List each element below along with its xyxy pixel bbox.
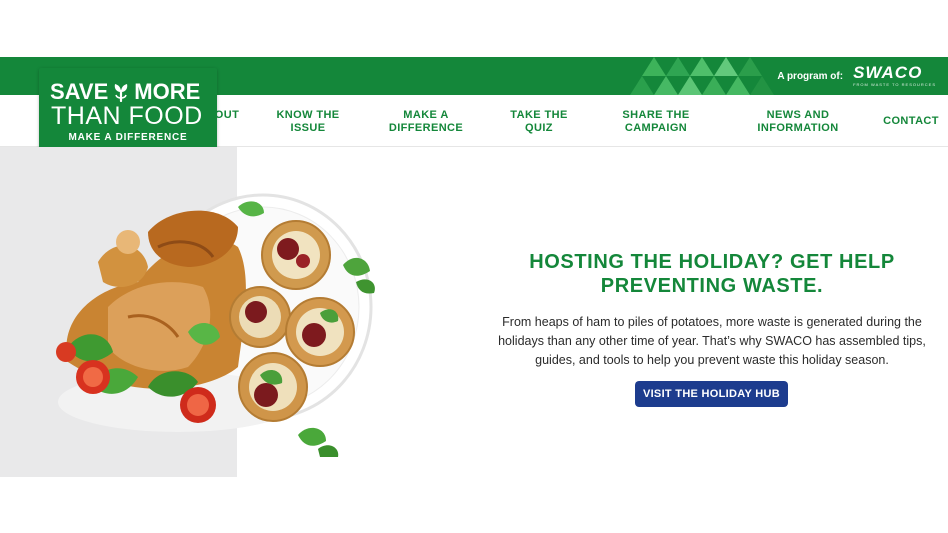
site-logo[interactable]: SAVE MORE THAN FOOD MAKE A DIFFERENCE <box>39 68 217 156</box>
swaco-wordmark: SWACO <box>853 63 923 82</box>
hero-headline: HOSTING THE HOLIDAY? GET HELP PREVENTING… <box>529 251 895 297</box>
nav-item-about[interactable]: OUT <box>215 109 239 122</box>
swaco-logo[interactable]: SWACO FROM WASTE TO RESOURCES <box>853 63 936 87</box>
nav-item-share-the-campaign[interactable]: SHARE THE CAMPAIGN <box>622 109 689 135</box>
logo-line2: THAN FOOD <box>51 102 203 130</box>
program-badge[interactable]: A program of: SWACO FROM WASTE TO RESOUR… <box>777 57 936 95</box>
nav-item-know-the-issue[interactable]: KNOW THE ISSUE <box>276 109 339 135</box>
hero-section <box>0 147 948 477</box>
hero-body: From heaps of ham to piles of potatoes, … <box>498 315 926 367</box>
logo-tagline: MAKE A DIFFERENCE <box>68 132 188 143</box>
sprout-icon <box>115 84 128 102</box>
program-label: A program of: <box>777 70 844 82</box>
visit-holiday-hub-button[interactable]: VISIT THE HOLIDAY HUB <box>635 381 788 407</box>
logo-line1: SAVE MORE <box>50 80 200 104</box>
nav-item-contact[interactable]: CONTACT <box>883 115 939 128</box>
swaco-tagline: FROM WASTE TO RESOURCES <box>853 82 936 87</box>
nav-item-make-a-difference[interactable]: MAKE A DIFFERENCE <box>389 109 463 135</box>
triangle-pattern <box>630 57 774 95</box>
nav-item-news-and-information[interactable]: NEWS AND INFORMATION <box>757 109 838 135</box>
logo-word-more: MORE <box>134 79 201 104</box>
roast-chicken-and-crackers-photo <box>56 193 375 457</box>
nav-item-take-the-quiz[interactable]: TAKE THE QUIZ <box>510 109 567 135</box>
logo-word-save: SAVE <box>50 79 109 104</box>
